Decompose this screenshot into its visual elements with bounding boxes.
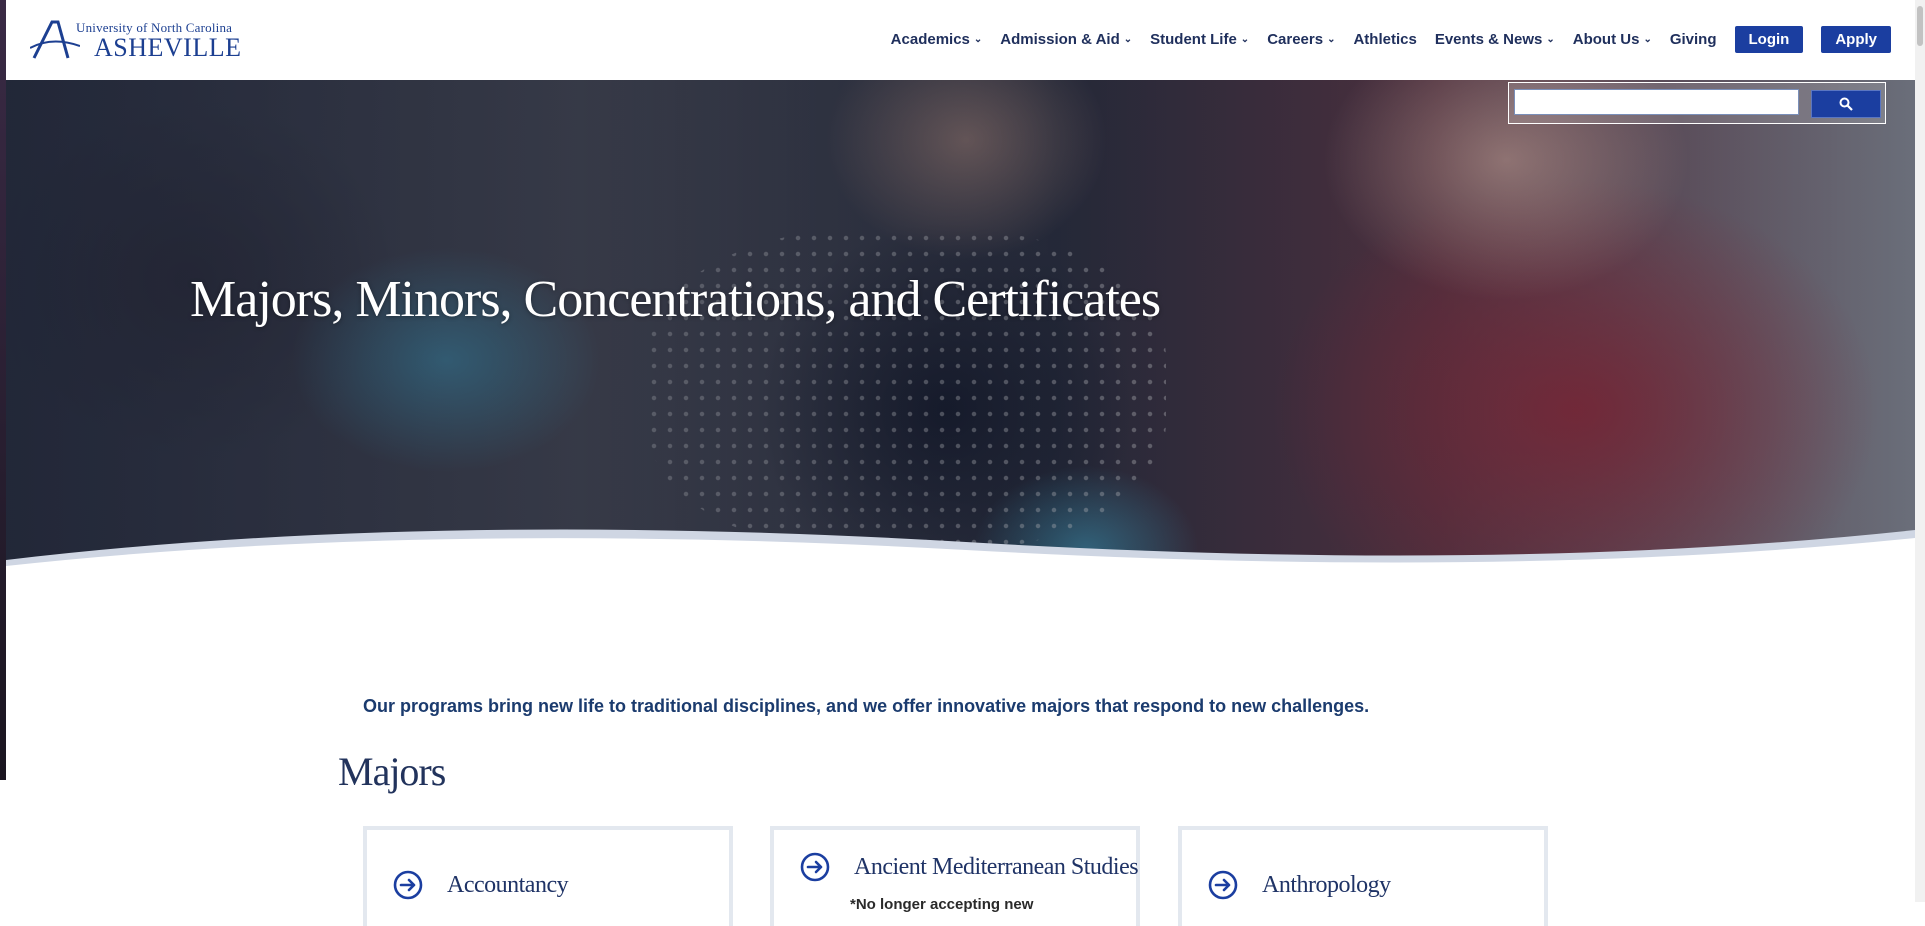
nav-admission-aid-label: Admission & Aid (1000, 31, 1120, 48)
login-button[interactable]: Login (1734, 26, 1804, 53)
search-icon (1839, 97, 1853, 111)
nav-about-us-label: About Us (1572, 31, 1640, 48)
nav-careers-label: Careers (1267, 31, 1324, 48)
chevron-down-icon: ⌄ (1240, 34, 1250, 45)
major-card[interactable]: Anthropology (1178, 826, 1548, 926)
major-card-label: Ancient Mediterranean Studies (854, 854, 1139, 880)
chevron-down-icon: ⌄ (1123, 34, 1133, 45)
site-header: University of North Carolina ASHEVILLE A… (6, 0, 1915, 81)
nav-athletics-label: Athletics (1353, 31, 1417, 48)
hero-wave-divider (6, 529, 1915, 580)
major-card-label: Accountancy (447, 872, 569, 898)
site-logo[interactable]: University of North Carolina ASHEVILLE (30, 16, 242, 64)
apply-button[interactable]: Apply (1821, 26, 1891, 53)
nav-events-news-label: Events & News (1434, 31, 1543, 48)
arrow-circle-right-icon (393, 870, 423, 900)
chevron-down-icon: ⌄ (1327, 34, 1336, 45)
main-nav: Academics ⌄ Admission & Aid ⌄ Student Life… (873, 26, 1891, 53)
nav-careers[interactable]: Careers ⌄ (1267, 31, 1335, 48)
arrow-circle-right-icon (1208, 870, 1238, 900)
major-card-note: *No longer accepting new (850, 896, 1034, 913)
page-scrollbar[interactable] (1915, 0, 1925, 902)
chevron-down-icon: ⌄ (973, 34, 983, 45)
search-button[interactable] (1811, 90, 1881, 118)
logo-mark-icon (30, 20, 80, 59)
nav-giving-label: Giving (1669, 31, 1717, 48)
chevron-down-icon: ⌄ (1643, 34, 1652, 45)
majors-heading: Majors (338, 749, 446, 794)
major-card-label: Anthropology (1262, 872, 1391, 898)
nav-about-us[interactable]: About Us ⌄ (1573, 31, 1652, 48)
hero-overlay (6, 80, 1915, 580)
nav-admission-aid[interactable]: Admission & Aid ⌄ (1000, 31, 1132, 48)
nav-student-life[interactable]: Student Life ⌄ (1150, 31, 1249, 48)
nav-academics-label: Academics (890, 31, 970, 48)
nav-student-life-label: Student Life (1150, 31, 1237, 48)
scrollbar-thumb[interactable] (1917, 6, 1923, 46)
nav-academics[interactable]: Academics ⌄ (891, 31, 983, 48)
nav-giving[interactable]: Giving (1670, 31, 1717, 48)
page-title: Majors, Minors, Concentrations, and Cert… (190, 271, 1161, 328)
arrow-circle-right-icon (800, 852, 830, 882)
intro-text: Our programs bring new life to tradition… (363, 696, 1370, 716)
chevron-down-icon: ⌄ (1546, 34, 1555, 45)
nav-athletics[interactable]: Athletics (1353, 31, 1416, 48)
nav-events-news[interactable]: Events & News ⌄ (1435, 31, 1555, 48)
logo-campus-line: ASHEVILLE (94, 33, 242, 62)
major-card[interactable]: Ancient Mediterranean Studies *No longer… (770, 826, 1140, 926)
site-search (1508, 82, 1886, 124)
major-card[interactable]: Accountancy (363, 826, 733, 926)
hero-banner: Majors, Minors, Concentrations, and Cert… (6, 80, 1915, 580)
search-input[interactable] (1514, 89, 1799, 115)
